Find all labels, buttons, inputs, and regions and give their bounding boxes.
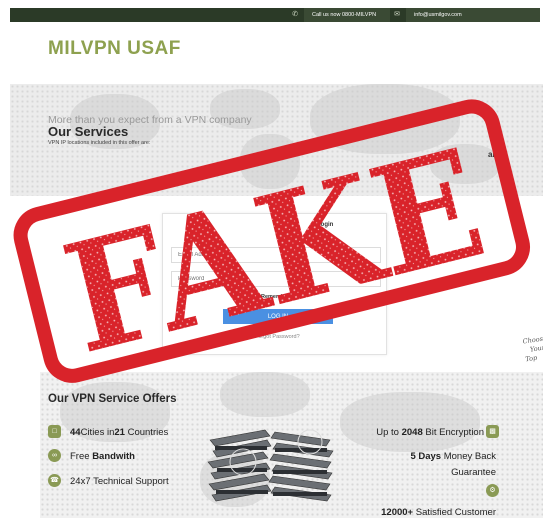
feature-customers: 12000+ Satisfied Customer	[381, 507, 496, 518]
login-panel: Login Remember Me LOG IN Forgot Password…	[162, 213, 387, 355]
password-field[interactable]	[171, 271, 381, 287]
services-subtitle: VPN IP locations included in this offer …	[48, 140, 151, 146]
forgot-password-link[interactable]: Forgot Password?	[255, 334, 300, 340]
feature-money-back-line2: Guarantee	[451, 467, 496, 478]
phone-link[interactable]: Call us now 0800-MILVPN	[304, 8, 390, 22]
lock-icon: ▩	[486, 425, 499, 438]
support-icon: ☎	[48, 474, 61, 487]
services-title: Our Services	[48, 124, 129, 139]
infinity-icon: ∞	[48, 449, 61, 462]
gear-icon: ⚙	[486, 484, 499, 497]
top-contact-bar: ✆ Call us now 0800-MILVPN ✉ info@usmilgo…	[10, 8, 540, 22]
email-link[interactable]: info@usmilgov.com	[406, 8, 540, 22]
server-rack-illustration	[207, 429, 334, 502]
feature-encryption: Up to 2048 Bit Encryption	[376, 427, 484, 438]
feature-cities: 44Cities in21 Countries	[70, 427, 169, 438]
side-handwritten-note: Choos Your Top	[522, 334, 543, 364]
login-label: Login	[317, 222, 334, 228]
site-logo[interactable]: MILVPN USAF	[48, 38, 181, 60]
login-button[interactable]: LOG IN	[223, 309, 333, 324]
feature-bandwidth: Free Bandwith	[70, 451, 135, 462]
phone-icon: ✆	[292, 11, 298, 18]
feature-money-back: 5 Days Money Back	[410, 451, 496, 462]
services-text-fragment: ait,	[488, 150, 500, 159]
offers-title: Our VPN Service Offers	[48, 393, 177, 405]
mail-icon: ✉	[394, 11, 400, 18]
email-field[interactable]	[171, 247, 381, 263]
globe-icon: □	[48, 425, 61, 438]
remember-me-checkbox[interactable]: Remember Me	[261, 294, 299, 300]
feature-support: 24x7 Technical Support	[70, 476, 169, 487]
